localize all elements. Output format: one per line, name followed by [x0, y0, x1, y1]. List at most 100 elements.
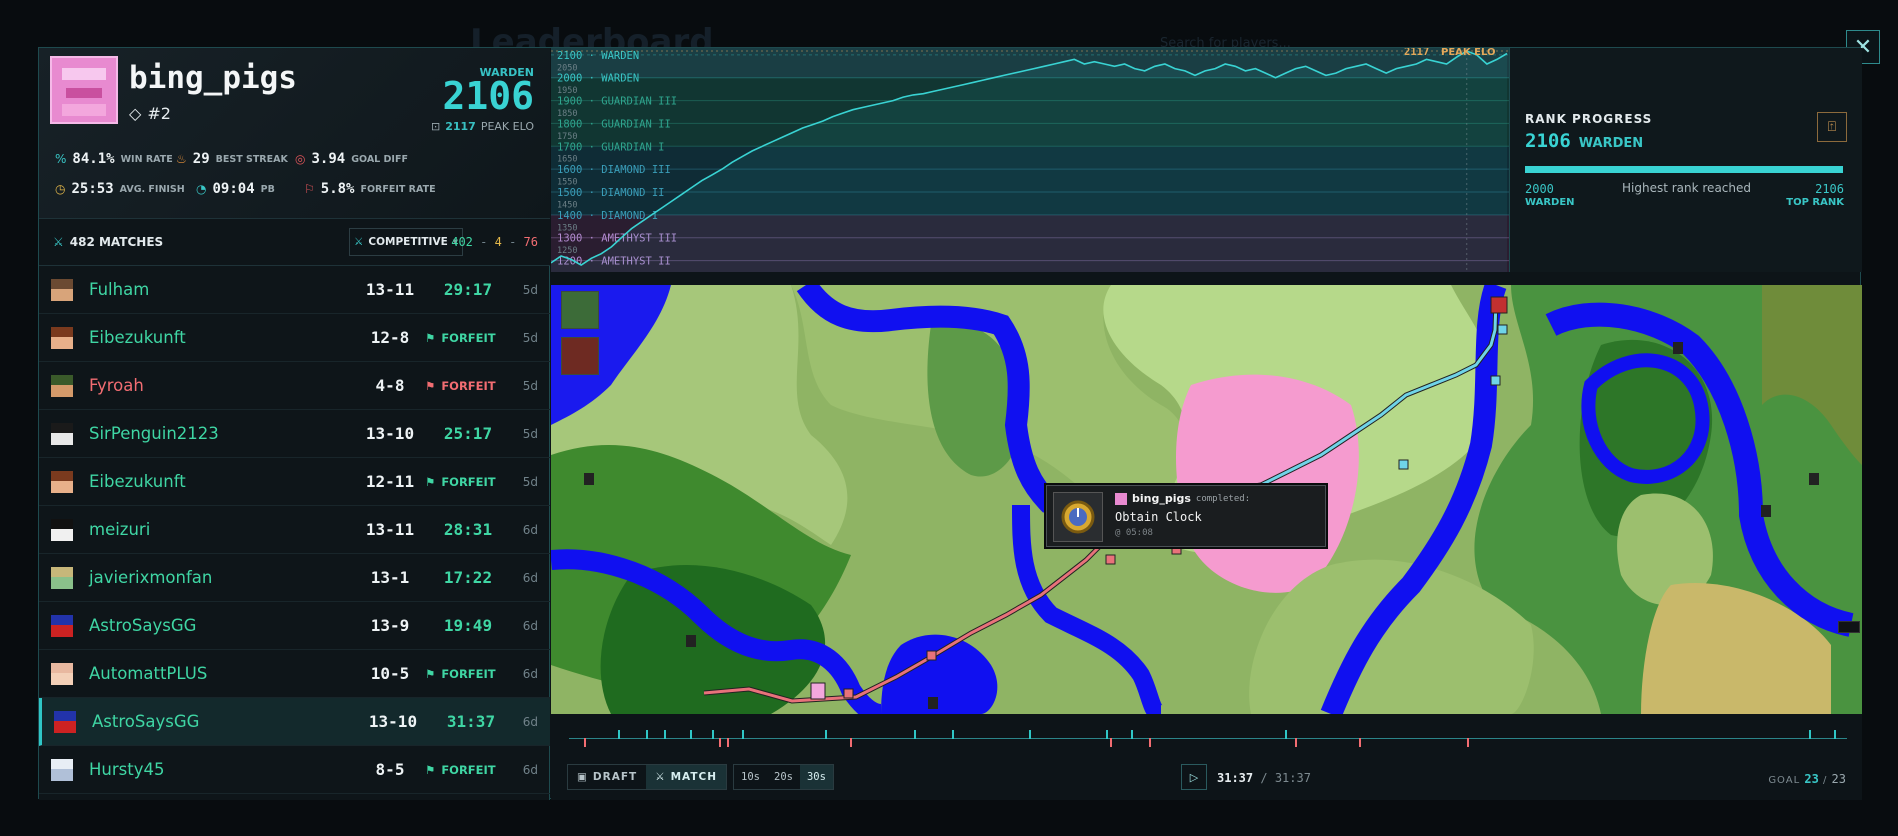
timeline-mark[interactable] [741, 730, 744, 739]
record: 402 - 4 - 76 [451, 235, 538, 249]
match-age: 6d [522, 570, 538, 585]
timeline-mark[interactable] [1808, 730, 1811, 739]
match-row[interactable]: javierixmonfan 13-1 17:22 6d [39, 554, 550, 602]
opponent-name[interactable]: AutomattPLUS [89, 664, 207, 683]
rank-band-label: 1800 · GUARDIAN II [557, 118, 671, 130]
grass-block-thumbnail[interactable] [561, 291, 599, 329]
timeline-mark[interactable] [645, 730, 648, 739]
match-score: 12-11 [365, 472, 415, 491]
match-tab[interactable]: ⚔ MATCH [646, 765, 727, 789]
match-row[interactable]: Hursty45 8-5 ⚑ FORFEIT 6d [39, 746, 550, 794]
forfeit-badge: ⚑ FORFEIT [425, 378, 496, 393]
opponent-avatar [51, 278, 73, 301]
opponent-avatar [51, 470, 73, 493]
timeline-mark[interactable] [690, 730, 693, 739]
timeline-mark[interactable] [1358, 738, 1361, 747]
opponent-name[interactable]: javierixmonfan [89, 568, 212, 587]
draft-icon: ▣ [577, 771, 588, 783]
timeline-mark[interactable] [1467, 738, 1470, 747]
matches-header: ⚔ 482 MATCHES ⚔ COMPETITIVE ▾ 402 - 4 - 76 [39, 218, 550, 266]
match-row[interactable]: Eibezukunft 12-8 ⚑ FORFEIT 5d [39, 314, 550, 362]
sword-icon: ⚔ [655, 771, 666, 783]
timeline-mark[interactable] [1029, 730, 1032, 739]
opponent-name[interactable]: Fyroah [89, 376, 144, 395]
view-toggle: ▣ DRAFT ⚔ MATCH [567, 764, 728, 790]
timeline-mark[interactable] [1294, 738, 1297, 747]
opponent-avatar [54, 710, 76, 733]
timeline-mark[interactable] [850, 738, 853, 747]
timeline-mark[interactable] [952, 730, 955, 739]
profile-header: bing_pigs ◇ #2 WARDEN 2106 ⊡ 2117 PEAK ELO … [39, 48, 550, 218]
elo-tick-label: 2050 [557, 63, 577, 73]
goal-progress: GOAL 23 / 23 [1768, 772, 1846, 786]
fullscreen-button[interactable] [1838, 621, 1860, 633]
match-age: 5d [522, 426, 538, 441]
rank-progress-elo: 2106 WARDEN [1525, 130, 1644, 152]
speed-10s[interactable]: 10s [734, 765, 767, 789]
match-age: 6d [522, 762, 538, 777]
opponent-name[interactable]: meizuri [89, 520, 150, 539]
match-row[interactable]: SirPenguin2123 13-10 25:17 5d [39, 410, 550, 458]
opponent-name[interactable]: Eibezukunft [89, 328, 186, 347]
mode-select[interactable]: ⚔ COMPETITIVE ▾ [349, 228, 463, 256]
timeline-mark[interactable] [663, 730, 666, 739]
match-row[interactable]: Eibezukunft 12-11 ⚑ FORFEIT 5d [39, 458, 550, 506]
timeline-mark[interactable] [914, 730, 917, 739]
netherrack-thumbnail[interactable] [561, 337, 599, 375]
username: bing_pigs [129, 60, 297, 96]
opponent-name[interactable]: Hursty45 [89, 760, 164, 779]
match-time: 31:37 [446, 712, 496, 731]
timeline-track[interactable] [569, 738, 1847, 739]
timeline-mark[interactable] [712, 730, 715, 739]
match-age: 6d [522, 666, 538, 681]
opponent-name[interactable]: SirPenguin2123 [89, 424, 219, 443]
flag-icon: ⚑ [425, 762, 436, 777]
match-score: 12-8 [370, 328, 410, 347]
match-score: 13-11 [365, 280, 415, 299]
stat-goal-diff: ◎ 3.94 GOAL DIFF [295, 151, 408, 167]
timeline-mark[interactable] [1105, 730, 1108, 739]
opponent-name[interactable]: AstroSaysGG [92, 712, 199, 731]
speed-30s[interactable]: 30s [799, 765, 833, 789]
rank-band-label: 2000 · WARDEN [557, 73, 639, 85]
draft-tab[interactable]: ▣ DRAFT [568, 765, 646, 789]
rank-progress-bar [1525, 166, 1843, 173]
flame-icon: ♨ [176, 152, 187, 166]
match-age: 5d [522, 378, 538, 393]
match-row[interactable]: AutomattPLUS 10-5 ⚑ FORFEIT 6d [39, 650, 550, 698]
match-row[interactable]: Fulham 13-11 29:17 5d [39, 266, 550, 314]
match-row[interactable]: AstroSaysGG 13-10 31:37 6d [39, 698, 550, 746]
timeline-mark[interactable] [1834, 730, 1837, 739]
upload-icon: ⍐ [1827, 119, 1837, 135]
timeline-mark[interactable] [824, 730, 827, 739]
match-time: 28:31 [443, 520, 493, 539]
match-score: 13-11 [365, 520, 415, 539]
timeline-mark[interactable] [1131, 730, 1134, 739]
target-icon: ◎ [295, 152, 306, 166]
match-age: 6d [522, 522, 538, 537]
match-score: 10-5 [370, 664, 410, 683]
match-row[interactable]: Fyroah 4-8 ⚑ FORFEIT 5d [39, 362, 550, 410]
timeline-mark[interactable] [617, 730, 620, 739]
match-row[interactable]: AstroSaysGG 13-9 19:49 6d [39, 602, 550, 650]
share-button[interactable]: ⍐ [1817, 112, 1847, 142]
play-button[interactable]: ▷ [1181, 764, 1207, 790]
flag-icon: ⚑ [425, 378, 436, 393]
speed-20s[interactable]: 20s [767, 765, 800, 789]
opponent-name[interactable]: Eibezukunft [89, 472, 186, 491]
tooltip-advancement: Obtain Clock [1115, 510, 1202, 524]
speed-icon: ◔ [196, 182, 207, 196]
opponent-name[interactable]: AstroSaysGG [89, 616, 196, 635]
match-age: 6d [522, 618, 538, 633]
match-time: 17:22 [443, 568, 493, 587]
timeline-mark[interactable] [1284, 730, 1287, 739]
timeline-mark[interactable] [727, 738, 730, 747]
timeline-mark[interactable] [1109, 738, 1112, 747]
timeline-mark[interactable] [1149, 738, 1152, 747]
timeline: ▣ DRAFT ⚔ MATCH 10s 20s 30s ▷ 31:37 / 31:3… [551, 714, 1862, 800]
match-map[interactable]: bing_pigs completed: Obtain Clock @ 05:08 [551, 285, 1862, 714]
timeline-mark[interactable] [584, 738, 587, 747]
opponent-name[interactable]: Fulham [89, 280, 149, 299]
match-row[interactable]: meizuri 13-11 28:31 6d [39, 506, 550, 554]
timeline-mark[interactable] [718, 738, 721, 747]
